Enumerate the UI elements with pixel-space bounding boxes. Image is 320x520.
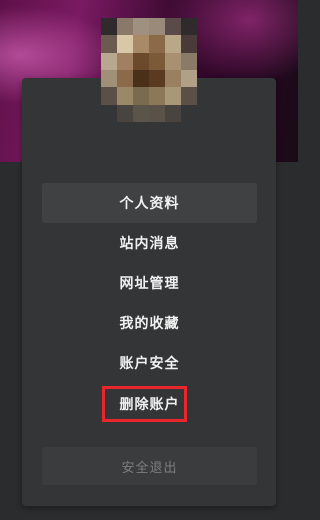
menu-item-profile[interactable]: 个人资料: [42, 183, 257, 223]
menu-item-label: 站内消息: [119, 236, 180, 252]
logout-button[interactable]: 安全退出: [42, 447, 257, 485]
user-avatar[interactable]: [101, 18, 197, 122]
menu-item-account-security[interactable]: 账户安全: [42, 343, 257, 383]
menu-item-messages[interactable]: 站内消息: [42, 223, 257, 263]
menu-item-label: 我的收藏: [119, 316, 180, 332]
menu-item-label: 账户安全: [119, 356, 180, 372]
menu-item-delete-account[interactable]: 删除账户: [42, 384, 257, 424]
menu-item-label: 网址管理: [119, 276, 180, 292]
menu-item-favorites[interactable]: 我的收藏: [42, 303, 257, 343]
menu-item-label: 删除账户: [119, 397, 180, 413]
menu-item-url-management[interactable]: 网址管理: [42, 263, 257, 303]
logout-label: 安全退出: [121, 460, 178, 476]
menu-item-label: 个人资料: [119, 196, 180, 212]
